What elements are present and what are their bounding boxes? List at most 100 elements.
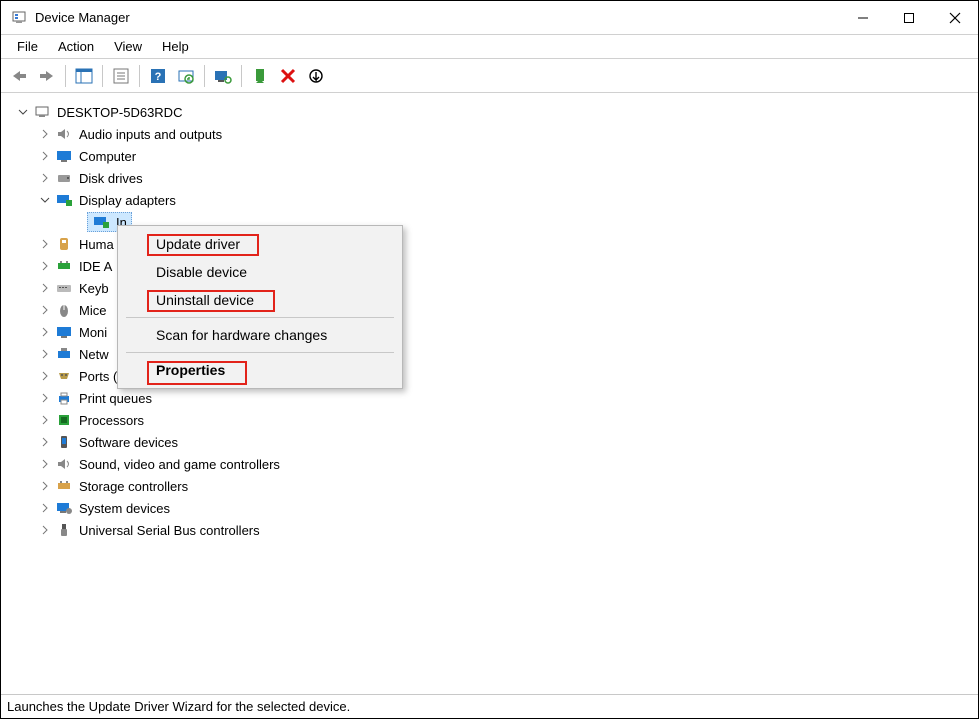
tree-item-storage[interactable]: Storage controllers <box>9 475 978 497</box>
toolbar-separator <box>204 65 205 87</box>
disable-device-button[interactable] <box>302 62 330 90</box>
chevron-right-icon[interactable] <box>37 522 53 538</box>
chevron-right-icon[interactable] <box>37 236 53 252</box>
tree-item-label: Sound, video and game controllers <box>79 457 280 472</box>
forward-button[interactable] <box>33 62 61 90</box>
enable-device-button[interactable] <box>246 62 274 90</box>
tree-item-label: Software devices <box>79 435 178 450</box>
chevron-right-icon[interactable] <box>37 500 53 516</box>
tree-item-disk[interactable]: Disk drives <box>9 167 978 189</box>
properties-button[interactable] <box>107 62 135 90</box>
chevron-down-icon[interactable] <box>15 104 31 120</box>
tree-item-label: Netw <box>79 347 109 362</box>
tree-root-label: DESKTOP-5D63RDC <box>57 105 182 120</box>
toolbar-separator <box>241 65 242 87</box>
scan-hardware-button[interactable] <box>172 62 200 90</box>
menu-view[interactable]: View <box>104 37 152 56</box>
tree-item-printq[interactable]: Print queues <box>9 387 978 409</box>
chevron-right-icon[interactable] <box>37 368 53 384</box>
context-separator <box>126 352 394 353</box>
network-icon <box>55 346 73 362</box>
chevron-right-icon[interactable] <box>37 478 53 494</box>
svg-text:?: ? <box>155 71 162 83</box>
chevron-right-icon[interactable] <box>37 280 53 296</box>
context-update-driver[interactable]: Update driver <box>120 230 400 258</box>
tree-item-label: Computer <box>79 149 136 164</box>
monitor-icon <box>55 148 73 164</box>
context-properties[interactable]: Properties <box>120 356 400 384</box>
tree-item-label: Audio inputs and outputs <box>79 127 222 142</box>
chevron-right-icon[interactable] <box>37 434 53 450</box>
update-driver-button[interactable] <box>209 62 237 90</box>
tree-item-software[interactable]: Software devices <box>9 431 978 453</box>
tree-item-label: System devices <box>79 501 170 516</box>
tree-item-label: Moni <box>79 325 107 340</box>
toolbar: ? <box>1 59 978 93</box>
software-device-icon <box>55 434 73 450</box>
tree-item-system[interactable]: System devices <box>9 497 978 519</box>
tree-item-audio[interactable]: Audio inputs and outputs <box>9 123 978 145</box>
tree-item-label: Display adapters <box>79 193 176 208</box>
chevron-right-icon[interactable] <box>37 412 53 428</box>
tree-root[interactable]: DESKTOP-5D63RDC <box>9 101 978 123</box>
tree-item-label: Huma <box>79 237 114 252</box>
back-button[interactable] <box>5 62 33 90</box>
display-adapter-icon <box>55 192 73 208</box>
tree-item-usb[interactable]: Universal Serial Bus controllers <box>9 519 978 541</box>
chevron-right-icon[interactable] <box>37 148 53 164</box>
ide-icon <box>55 258 73 274</box>
chevron-right-icon[interactable] <box>37 390 53 406</box>
storage-controller-icon <box>55 478 73 494</box>
status-bar: Launches the Update Driver Wizard for th… <box>1 694 978 718</box>
context-scan-hardware[interactable]: Scan for hardware changes <box>120 321 400 349</box>
chevron-right-icon[interactable] <box>37 302 53 318</box>
context-uninstall-device[interactable]: Uninstall device <box>120 286 400 314</box>
computer-icon <box>33 104 51 120</box>
tree-item-label: Print queues <box>79 391 152 406</box>
title-bar: Device Manager <box>1 1 978 35</box>
system-device-icon <box>55 500 73 516</box>
maximize-button[interactable] <box>886 1 932 35</box>
close-button[interactable] <box>932 1 978 35</box>
usb-icon <box>55 522 73 538</box>
display-adapter-icon <box>92 214 110 230</box>
tree-item-processors[interactable]: Processors <box>9 409 978 431</box>
menu-action[interactable]: Action <box>48 37 104 56</box>
printer-icon <box>55 390 73 406</box>
chevron-right-icon[interactable] <box>37 126 53 142</box>
tree-item-label: Keyb <box>79 281 109 296</box>
toolbar-separator <box>102 65 103 87</box>
context-disable-device[interactable]: Disable device <box>120 258 400 286</box>
chevron-right-icon[interactable] <box>37 170 53 186</box>
mouse-icon <box>55 302 73 318</box>
chevron-down-icon[interactable] <box>37 192 53 208</box>
help-button[interactable]: ? <box>144 62 172 90</box>
context-menu: Update driver Disable device Uninstall d… <box>117 225 403 389</box>
show-hide-console-button[interactable] <box>70 62 98 90</box>
ports-icon <box>55 368 73 384</box>
tree-item-label: Storage controllers <box>79 479 188 494</box>
cpu-icon <box>55 412 73 428</box>
tree-item-display[interactable]: Display adapters <box>9 189 978 211</box>
tree-item-sound[interactable]: Sound, video and game controllers <box>9 453 978 475</box>
chevron-right-icon[interactable] <box>37 258 53 274</box>
tree-item-computer[interactable]: Computer <box>9 145 978 167</box>
sound-icon <box>55 456 73 472</box>
chevron-right-icon[interactable] <box>37 456 53 472</box>
chevron-right-icon[interactable] <box>37 346 53 362</box>
chevron-right-icon[interactable] <box>37 324 53 340</box>
disk-icon <box>55 170 73 186</box>
tree-item-label: Universal Serial Bus controllers <box>79 523 260 538</box>
keyboard-icon <box>55 280 73 296</box>
menu-file[interactable]: File <box>7 37 48 56</box>
speaker-icon <box>55 126 73 142</box>
menu-help[interactable]: Help <box>152 37 199 56</box>
status-text: Launches the Update Driver Wizard for th… <box>7 699 350 714</box>
uninstall-device-button[interactable] <box>274 62 302 90</box>
toolbar-separator <box>65 65 66 87</box>
context-separator <box>126 317 394 318</box>
tree-item-label: IDE A <box>79 259 112 274</box>
minimize-button[interactable] <box>840 1 886 35</box>
hid-icon <box>55 236 73 252</box>
device-tree[interactable]: DESKTOP-5D63RDC Audio inputs and outputs… <box>1 95 978 692</box>
